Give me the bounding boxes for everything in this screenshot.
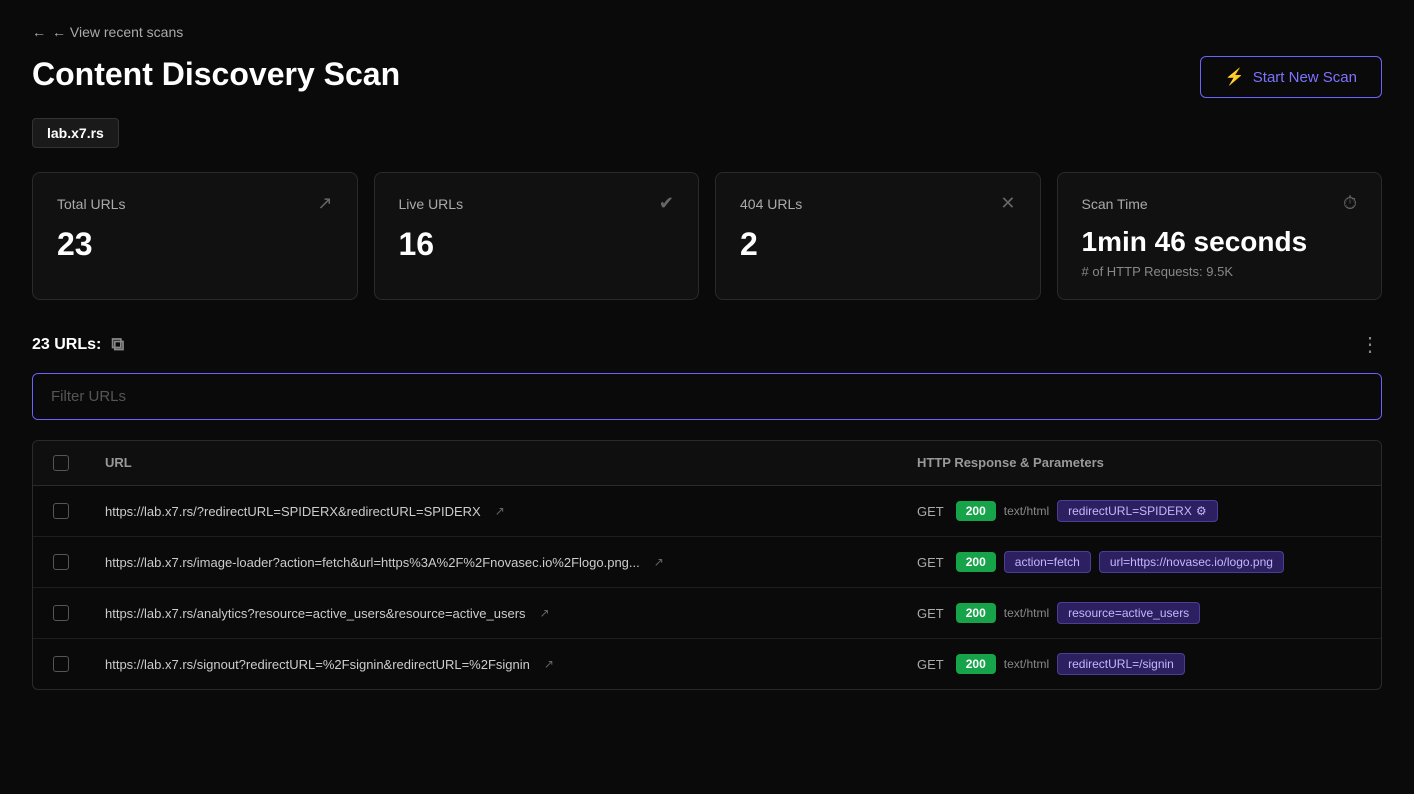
- start-scan-label: Start New Scan: [1253, 69, 1357, 86]
- external-link-icon-1[interactable]: ↗: [495, 504, 505, 518]
- stats-grid: Total URLs ↗ 23 Live URLs ✔ 16 404 URLs …: [32, 172, 1382, 300]
- filter-input[interactable]: [33, 374, 1381, 419]
- header-checkbox[interactable]: [53, 455, 69, 471]
- page-title: Content Discovery Scan: [32, 56, 400, 93]
- content-type-1: text/html: [1004, 504, 1049, 518]
- param-badge-3[interactable]: resource=active_users: [1057, 602, 1200, 624]
- stat-value-404-urls: 2: [740, 226, 1016, 263]
- table-row: https://lab.x7.rs/analytics?resource=act…: [33, 588, 1381, 639]
- url-text-3: https://lab.x7.rs/analytics?resource=act…: [105, 606, 526, 621]
- method-tag-4: GET: [917, 657, 944, 672]
- status-badge-3: 200: [956, 603, 996, 623]
- row-checkbox-1[interactable]: [53, 503, 69, 519]
- row-checkbox-3[interactable]: [53, 605, 69, 621]
- url-text-1: https://lab.x7.rs/?redirectURL=SPIDERX&r…: [105, 504, 481, 519]
- external-link-icon-4[interactable]: ↗: [544, 657, 554, 671]
- table-header: URL HTTP Response & Parameters: [33, 441, 1381, 486]
- filter-input-container: [32, 373, 1382, 420]
- stat-sub-scan-time: # of HTTP Requests: 9.5K: [1082, 264, 1358, 279]
- more-options-icon[interactable]: ⋮: [1360, 332, 1382, 357]
- param-badge-2a[interactable]: action=fetch: [1004, 551, 1091, 573]
- content-type-4: text/html: [1004, 657, 1049, 671]
- lightning-icon: ⚡: [1225, 67, 1245, 87]
- x-circle-icon: ✕: [1000, 193, 1015, 214]
- method-tag-2: GET: [917, 555, 944, 570]
- stat-value-total-urls: 23: [57, 226, 333, 263]
- stat-label-404-urls: 404 URLs: [740, 196, 802, 212]
- stat-label-live-urls: Live URLs: [399, 196, 464, 212]
- status-badge-2: 200: [956, 552, 996, 572]
- start-scan-button[interactable]: ⚡ Start New Scan: [1200, 56, 1382, 98]
- urls-table: URL HTTP Response & Parameters https://l…: [32, 440, 1382, 690]
- domain-badge: lab.x7.rs: [32, 118, 119, 148]
- content-type-3: text/html: [1004, 606, 1049, 620]
- url-text-2: https://lab.x7.rs/image-loader?action=fe…: [105, 555, 640, 570]
- gear-icon-1: ⚙: [1196, 504, 1207, 518]
- method-tag-3: GET: [917, 606, 944, 621]
- stat-label-scan-time: Scan Time: [1082, 196, 1148, 212]
- external-link-icon-2[interactable]: ↗: [654, 555, 664, 569]
- check-circle-icon: ✔: [659, 193, 674, 214]
- back-arrow-icon: ←: [32, 24, 46, 40]
- table-row: https://lab.x7.rs/image-loader?action=fe…: [33, 537, 1381, 588]
- back-label: ← View recent scans: [52, 24, 183, 40]
- table-row: https://lab.x7.rs/?redirectURL=SPIDERX&r…: [33, 486, 1381, 537]
- url-text-4: https://lab.x7.rs/signout?redirectURL=%2…: [105, 657, 530, 672]
- row-checkbox-4[interactable]: [53, 656, 69, 672]
- urls-count: 23 URLs: ⧉: [32, 334, 124, 355]
- param-badge-2b[interactable]: url=https://novasec.io/logo.png: [1099, 551, 1284, 573]
- back-link[interactable]: ← ← View recent scans: [32, 24, 1382, 40]
- stat-card-404-urls: 404 URLs ✕ 2: [715, 172, 1041, 300]
- external-link-icon-3[interactable]: ↗: [540, 606, 550, 620]
- stat-card-live-urls: Live URLs ✔ 16: [374, 172, 700, 300]
- param-badge-1[interactable]: redirectURL=SPIDERX ⚙: [1057, 500, 1217, 522]
- table-row: https://lab.x7.rs/signout?redirectURL=%2…: [33, 639, 1381, 689]
- clock-icon: ⏱: [1343, 193, 1357, 214]
- copy-icon[interactable]: ⧉: [111, 334, 124, 355]
- row-checkbox-2[interactable]: [53, 554, 69, 570]
- status-badge-4: 200: [956, 654, 996, 674]
- stat-card-scan-time: Scan Time ⏱ 1min 46 seconds # of HTTP Re…: [1057, 172, 1383, 300]
- col-response: HTTP Response & Parameters: [901, 441, 1381, 485]
- stat-label-total-urls: Total URLs: [57, 196, 125, 212]
- method-tag-1: GET: [917, 504, 944, 519]
- col-url: URL: [89, 441, 901, 485]
- stat-value-live-urls: 16: [399, 226, 675, 263]
- status-badge-1: 200: [956, 501, 996, 521]
- param-badge-4[interactable]: redirectURL=/signin: [1057, 653, 1185, 675]
- stat-value-scan-time: 1min 46 seconds: [1082, 226, 1358, 258]
- external-link-icon: ↗: [317, 193, 332, 214]
- stat-card-total-urls: Total URLs ↗ 23: [32, 172, 358, 300]
